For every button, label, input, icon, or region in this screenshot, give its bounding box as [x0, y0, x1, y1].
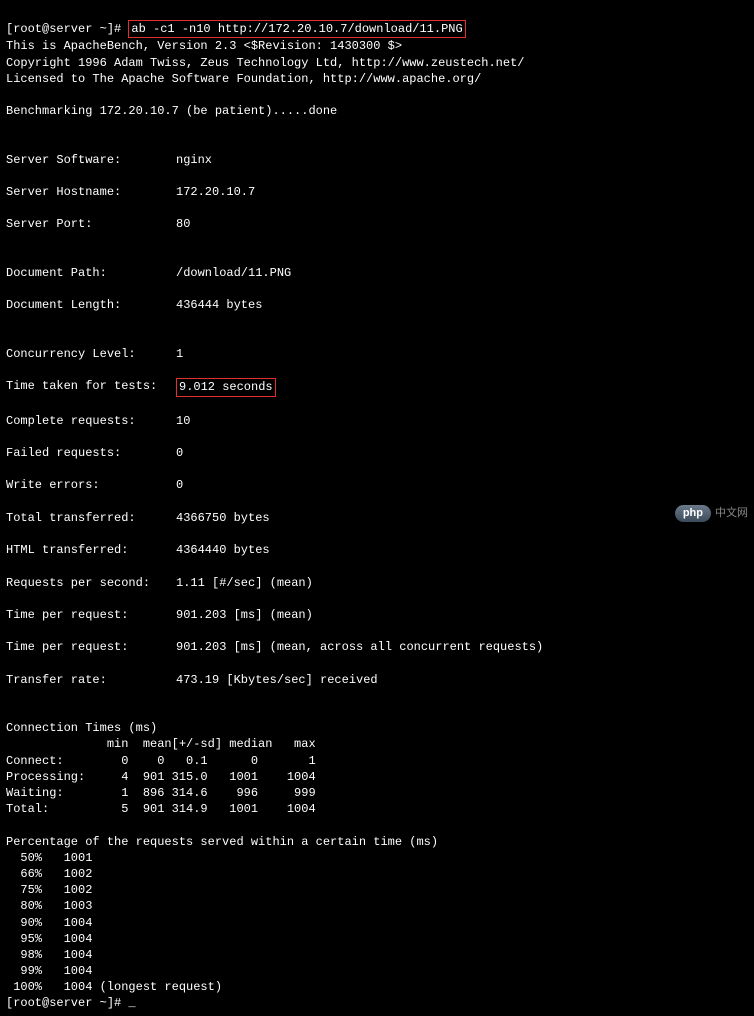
document-length-label: Document Length:: [6, 297, 176, 313]
write-errors: 0: [176, 477, 183, 493]
pct-row: 100% 1004 (longest request): [6, 980, 222, 994]
pct-row: 90% 1004: [6, 916, 92, 930]
pct-row: 95% 1004: [6, 932, 92, 946]
pct-row: 50% 1001: [6, 851, 92, 865]
pct-row: 99% 1004: [6, 964, 92, 978]
time-taken-highlight: 9.012 seconds: [176, 378, 276, 396]
connection-times-header: min mean[+/-sd] median max: [6, 737, 316, 751]
command-highlight: ab -c1 -n10 http://172.20.10.7/download/…: [128, 20, 465, 38]
server-hostname: 172.20.10.7: [176, 184, 255, 200]
pct-row: 80% 1003: [6, 899, 92, 913]
ctimes-row: Processing: 4 901 315.0 1001 1004: [6, 770, 316, 784]
document-length: 436444 bytes: [176, 297, 262, 313]
header-line: Copyright 1996 Adam Twiss, Zeus Technolo…: [6, 56, 524, 70]
tpr2: 901.203 [ms] (mean, across all concurren…: [176, 639, 543, 655]
concurrency: 1: [176, 346, 183, 362]
watermark-badge: php: [675, 505, 711, 522]
pct-row: 75% 1002: [6, 883, 92, 897]
failed-requests: 0: [176, 445, 183, 461]
complete-requests: 10: [176, 413, 190, 429]
pct-row: 98% 1004: [6, 948, 92, 962]
connection-times-title: Connection Times (ms): [6, 721, 157, 735]
rps: 1.11 [#/sec] (mean): [176, 575, 313, 591]
tpr1-label: Time per request:: [6, 607, 176, 623]
failed-requests-label: Failed requests:: [6, 445, 176, 461]
total-transferred-label: Total transferred:: [6, 510, 176, 526]
document-path-label: Document Path:: [6, 265, 176, 281]
document-path: /download/11.PNG: [176, 265, 291, 281]
pct-row: 66% 1002: [6, 867, 92, 881]
transfer-rate-label: Transfer rate:: [6, 672, 176, 688]
watermark: php 中文网: [675, 505, 748, 522]
concurrency-label: Concurrency Level:: [6, 346, 176, 362]
html-transferred: 4364440 bytes: [176, 542, 270, 558]
header-line: This is ApacheBench, Version 2.3 <$Revis…: [6, 39, 402, 53]
server-software: nginx: [176, 152, 212, 168]
time-taken-label: Time taken for tests:: [6, 378, 176, 396]
server-port-label: Server Port:: [6, 216, 176, 232]
percentage-title: Percentage of the requests served within…: [6, 835, 438, 849]
header-line: Licensed to The Apache Software Foundati…: [6, 72, 481, 86]
terminal-output[interactable]: [root@server ~]# ab -c1 -n10 http://172.…: [0, 0, 754, 1016]
ctimes-row: Connect: 0 0 0.1 0 1: [6, 754, 316, 768]
tpr1: 901.203 [ms] (mean): [176, 607, 313, 623]
complete-requests-label: Complete requests:: [6, 413, 176, 429]
prompt-end: [root@server ~]#: [6, 996, 128, 1010]
benchmark-line: Benchmarking 172.20.10.7 (be patient)...…: [6, 104, 337, 118]
cursor: _: [128, 995, 135, 1011]
html-transferred-label: HTML transferred:: [6, 542, 176, 558]
rps-label: Requests per second:: [6, 575, 176, 591]
ctimes-row: Waiting: 1 896 314.6 996 999: [6, 786, 316, 800]
server-software-label: Server Software:: [6, 152, 176, 168]
transfer-rate: 473.19 [Kbytes/sec] received: [176, 672, 378, 688]
server-port: 80: [176, 216, 190, 232]
server-hostname-label: Server Hostname:: [6, 184, 176, 200]
tpr2-label: Time per request:: [6, 639, 176, 655]
ctimes-row: Total: 5 901 314.9 1001 1004: [6, 802, 316, 816]
write-errors-label: Write errors:: [6, 477, 176, 493]
total-transferred: 4366750 bytes: [176, 510, 270, 526]
watermark-text: 中文网: [715, 506, 748, 521]
prompt: [root@server ~]#: [6, 22, 121, 36]
